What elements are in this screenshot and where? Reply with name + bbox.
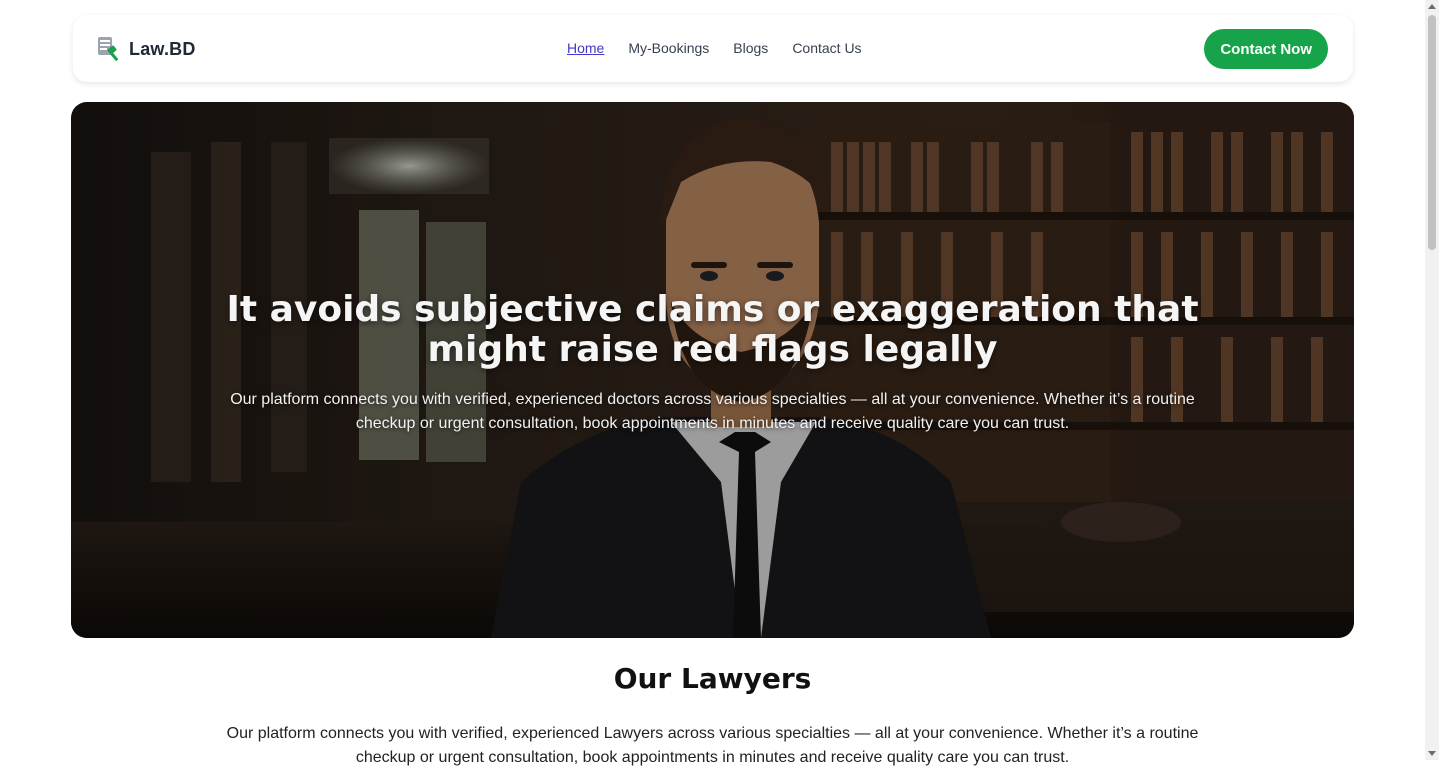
hero-title: It avoids subjective claims or exaggerat… bbox=[226, 289, 1199, 370]
hero-banner: It avoids subjective claims or exaggerat… bbox=[71, 102, 1354, 638]
hero-overlay bbox=[71, 102, 1354, 638]
nav-link-home[interactable]: Home bbox=[567, 40, 604, 56]
navbar: Law.BD Home My-Bookings Blogs Contact Us… bbox=[73, 15, 1353, 82]
nav-link-contact-us[interactable]: Contact Us bbox=[792, 40, 861, 56]
scroll-thumb[interactable] bbox=[1428, 15, 1436, 250]
lawyers-section-title: Our Lawyers bbox=[613, 662, 812, 695]
page-scrollbar[interactable] bbox=[1425, 0, 1439, 760]
nav-link-my-bookings[interactable]: My-Bookings bbox=[628, 40, 709, 56]
scroll-up-arrow-icon[interactable] bbox=[1428, 4, 1436, 9]
brand-name: Law.BD bbox=[129, 38, 196, 59]
brand[interactable]: Law.BD bbox=[97, 36, 196, 62]
scroll-down-arrow-icon[interactable] bbox=[1428, 751, 1436, 756]
contact-now-button[interactable]: Contact Now bbox=[1204, 29, 1328, 69]
nav-link-blogs[interactable]: Blogs bbox=[733, 40, 768, 56]
hero-description: Our platform connects you with verified,… bbox=[230, 391, 1195, 432]
nav-links: Home My-Bookings Blogs Contact Us bbox=[567, 40, 862, 56]
gavel-document-icon bbox=[98, 37, 118, 61]
lawyers-section-description: Our platform connects you with verified,… bbox=[226, 725, 1199, 766]
